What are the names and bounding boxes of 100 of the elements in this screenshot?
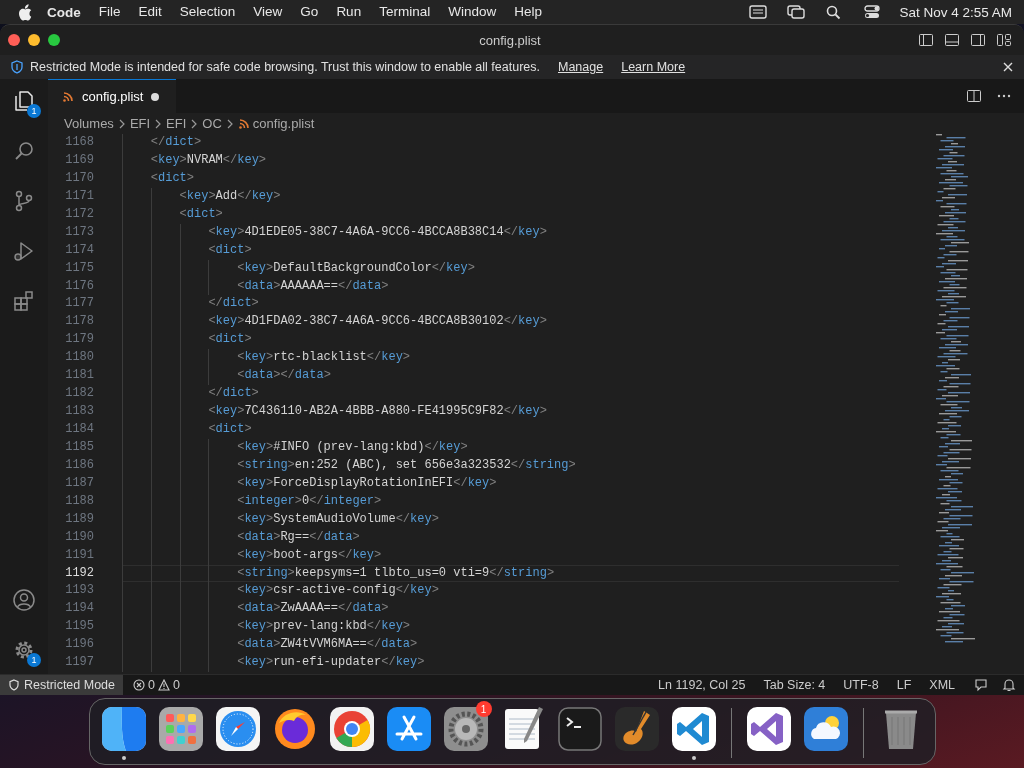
breadcrumb[interactable]: EFI xyxy=(129,116,151,131)
code-editor-icon[interactable] xyxy=(669,705,718,753)
breadcrumb[interactable]: Volumes xyxy=(64,116,114,131)
banner-link[interactable]: Learn More xyxy=(621,60,686,74)
line-number: 1183 xyxy=(64,403,95,421)
compass-icon[interactable] xyxy=(213,705,262,753)
extensions-icon[interactable] xyxy=(12,289,36,313)
app-grid-icon[interactable] xyxy=(156,705,205,753)
restricted-mode-indicator[interactable]: Restricted Mode xyxy=(0,675,123,695)
notification-badge: 1 xyxy=(27,653,41,667)
code-line: <integer>0</integer> xyxy=(237,492,382,510)
close-icon[interactable] xyxy=(1002,61,1014,73)
banner-message: Restricted Mode is intended for safe code browsing. Trust this window to enable all features. xyxy=(30,60,540,74)
clock[interactable]: Sat Nov 4 2:55 AM xyxy=(891,4,1012,20)
toggle-panel-icon[interactable] xyxy=(944,32,960,48)
line-number: 1178 xyxy=(64,313,95,331)
line-number: 1171 xyxy=(64,187,95,205)
run-debug-icon[interactable] xyxy=(12,239,36,263)
code-line: <key>4D1FDA02-38C7-4A6A-9CC6-4BCCA8B30102</key> xyxy=(208,313,547,331)
keyboard-icon[interactable] xyxy=(748,4,769,20)
window-title: config.plist xyxy=(478,32,542,48)
code-line: <key>ForceDisplayRotationInEFI</key> xyxy=(237,474,497,492)
editor-tab[interactable]: config.plist xyxy=(48,79,176,113)
unsaved-dot xyxy=(151,92,160,101)
wheel-icon[interactable] xyxy=(327,705,376,753)
close-button[interactable] xyxy=(8,34,20,46)
error-count[interactable]: 0 xyxy=(148,678,155,692)
code-line: <data>AAAAAA==</data> xyxy=(237,277,389,295)
line-number: 1196 xyxy=(64,636,95,654)
code-line: <key>7C436110-AB2A-4BBB-A880-FE41995C9F82</key> xyxy=(208,403,547,421)
line-number: 1186 xyxy=(64,456,95,474)
status-item[interactable]: Ln 1192, Col 25 xyxy=(649,678,755,692)
code-line: <key>prev-lang:kbd</key> xyxy=(237,618,411,636)
line-number: 1180 xyxy=(64,349,95,367)
menu-item[interactable]: View xyxy=(244,0,292,24)
warning-count[interactable]: 0 xyxy=(172,678,180,692)
app-menu[interactable]: Code xyxy=(33,4,90,20)
line-number: 1193 xyxy=(64,582,95,600)
menu-item[interactable]: Window xyxy=(439,0,506,24)
menu-item[interactable]: Terminal xyxy=(370,0,440,24)
code-line: <data>Rg==</data> xyxy=(237,528,360,546)
code-line: </dict> xyxy=(208,385,259,403)
menu-item[interactable]: Selection xyxy=(170,0,245,24)
menu-item[interactable]: Go xyxy=(291,0,328,24)
gear-icon[interactable] xyxy=(441,705,490,753)
bell-icon[interactable] xyxy=(1002,678,1016,692)
line-number: 1194 xyxy=(64,600,95,618)
code-line: <data>ZwAAAA==</data> xyxy=(237,600,389,618)
code-line: <key>#INFO (prev-lang:kbd)</key> xyxy=(237,438,468,456)
menu-item[interactable]: Run xyxy=(327,0,371,24)
app-store-icon[interactable] xyxy=(384,705,433,753)
line-number: 1197 xyxy=(64,654,95,672)
breadcrumb[interactable]: OC xyxy=(202,116,222,131)
status-item[interactable]: UTF-8 xyxy=(834,678,888,692)
account-icon[interactable] xyxy=(12,588,36,612)
notification-badge: 1 xyxy=(475,701,492,717)
toggle-secondary-sidebar-icon[interactable] xyxy=(970,32,986,48)
status-item[interactable]: Tab Size: 4 xyxy=(754,678,835,692)
line-number: 1179 xyxy=(64,331,95,349)
line-number: 1177 xyxy=(64,295,95,313)
line-number: 1192 xyxy=(64,564,95,582)
line-number: 1184 xyxy=(64,421,95,438)
banner-link[interactable]: Manage xyxy=(558,60,604,74)
code-line: <key>SystemAudioVolume</key> xyxy=(237,510,439,528)
code-line: <dict> xyxy=(208,421,252,438)
feedback-icon[interactable] xyxy=(974,678,988,692)
breadcrumb[interactable]: EFI xyxy=(166,116,187,131)
minimize-button[interactable] xyxy=(28,34,40,46)
code-line: <data></data> xyxy=(237,367,331,385)
code-line: <dict> xyxy=(150,169,194,187)
code-line: <dict> xyxy=(179,205,223,223)
terminal-icon[interactable] xyxy=(555,705,604,753)
control-center-icon[interactable] xyxy=(862,4,883,20)
error-icon xyxy=(133,679,145,691)
status-item[interactable]: XML xyxy=(920,678,964,692)
line-number: 1176 xyxy=(64,277,95,295)
line-number: 1190 xyxy=(64,528,95,546)
menu-item[interactable]: Help xyxy=(505,0,551,24)
code-line: <key>NVRAM</key> xyxy=(150,151,267,169)
line-number: 1181 xyxy=(64,367,95,385)
files-icon[interactable] xyxy=(12,89,36,113)
windows-icon[interactable] xyxy=(786,4,807,20)
zoom-button[interactable] xyxy=(48,34,60,46)
line-number: 1170 xyxy=(64,169,95,187)
line-number: 1191 xyxy=(64,546,95,564)
status-item[interactable]: LF xyxy=(887,678,921,692)
line-number: 1182 xyxy=(64,385,95,403)
toggle-sidebar-icon[interactable] xyxy=(918,32,934,48)
cloud-icon[interactable] xyxy=(801,705,850,753)
breadcrumb[interactable]: config.plist xyxy=(252,116,315,131)
notification-badge: 1 xyxy=(27,104,41,118)
code-line: <key>rtc-blacklist</key> xyxy=(237,349,411,367)
menu-item[interactable]: File xyxy=(89,0,130,24)
code-line: <dict> xyxy=(208,331,252,349)
warning-icon xyxy=(157,679,170,691)
code-line: <key>4D1EDE05-38C7-4A6A-9CC6-4BCCA8B38C14</key> xyxy=(208,223,547,241)
layout-icon[interactable] xyxy=(996,32,1012,48)
split-editor-icon[interactable] xyxy=(966,88,982,104)
menu-item[interactable]: Edit xyxy=(129,0,171,24)
line-number: 1185 xyxy=(64,438,95,456)
